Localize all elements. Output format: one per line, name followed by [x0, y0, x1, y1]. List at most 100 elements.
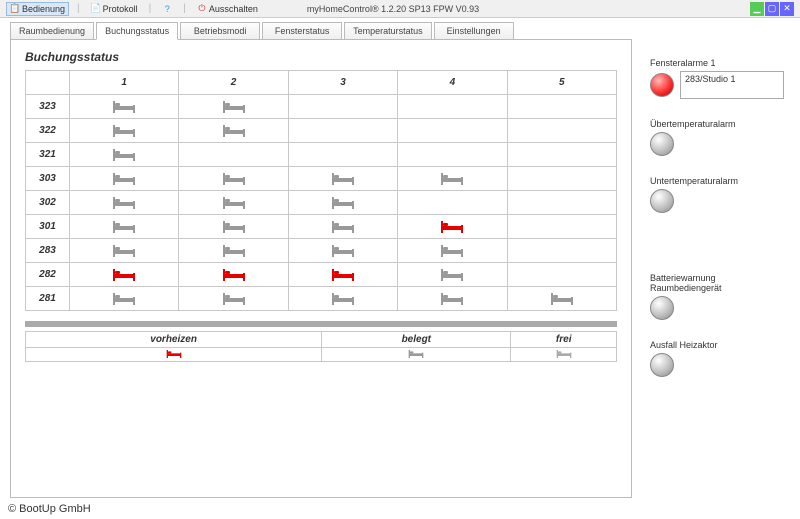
- booking-cell[interactable]: [507, 167, 616, 191]
- panel-title: Buchungsstatus: [25, 50, 617, 64]
- col-header: 2: [179, 71, 288, 95]
- booking-cell[interactable]: [398, 119, 507, 143]
- table-row: 281: [26, 287, 617, 311]
- bedienung-label: Bedienung: [22, 4, 65, 14]
- maximize-button[interactable]: ▢: [765, 2, 779, 16]
- booking-cell[interactable]: [179, 119, 288, 143]
- room-id: 303: [26, 167, 70, 191]
- booking-cell[interactable]: [288, 167, 397, 191]
- booking-cell[interactable]: [70, 263, 179, 287]
- tab-temperaturstatus[interactable]: Temperaturstatus: [344, 22, 432, 40]
- bed-icon: [222, 244, 246, 258]
- separator: |: [183, 3, 186, 14]
- legend-cell-belegt: [322, 348, 511, 362]
- booking-cell[interactable]: [179, 239, 288, 263]
- table-row: 303: [26, 167, 617, 191]
- booking-cell[interactable]: [507, 95, 616, 119]
- booking-cell[interactable]: [398, 287, 507, 311]
- bed-icon: [112, 196, 136, 210]
- bed-icon: [112, 124, 136, 138]
- booking-cell[interactable]: [288, 239, 397, 263]
- protokoll-button[interactable]: 📄 Protokoll: [88, 3, 141, 15]
- booking-cell[interactable]: [288, 287, 397, 311]
- booking-cell[interactable]: [179, 95, 288, 119]
- bed-icon: [440, 172, 464, 186]
- booking-cell[interactable]: [179, 167, 288, 191]
- room-id: 323: [26, 95, 70, 119]
- booking-cell[interactable]: [179, 215, 288, 239]
- ausschalten-label: Ausschalten: [209, 4, 258, 14]
- buchungsstatus-panel: Buchungsstatus 12345 323 322 321 303: [10, 39, 632, 498]
- booking-cell[interactable]: [288, 119, 397, 143]
- bed-icon: [112, 268, 136, 282]
- bed-icon: [222, 196, 246, 210]
- close-button[interactable]: ✕: [780, 2, 794, 16]
- booking-cell[interactable]: [288, 263, 397, 287]
- tab-betriebsmodi[interactable]: Betriebsmodi: [180, 22, 260, 40]
- booking-cell[interactable]: [179, 191, 288, 215]
- booking-cell[interactable]: [507, 191, 616, 215]
- booking-cell[interactable]: [507, 119, 616, 143]
- booking-cell[interactable]: [70, 191, 179, 215]
- booking-cell[interactable]: [398, 191, 507, 215]
- fensteralarm-label: Fensteralarme 1: [650, 58, 784, 68]
- booking-cell[interactable]: [288, 143, 397, 167]
- bedienung-button[interactable]: 📋 Bedienung: [6, 2, 69, 16]
- ausfall-lamp[interactable]: [650, 353, 674, 377]
- untertemperatur-lamp[interactable]: [650, 189, 674, 213]
- tab-raumbedienung[interactable]: Raumbedienung: [10, 22, 94, 40]
- booking-cell[interactable]: [507, 215, 616, 239]
- protokoll-label: Protokoll: [103, 4, 138, 14]
- booking-cell[interactable]: [288, 95, 397, 119]
- booking-cell[interactable]: [398, 95, 507, 119]
- bed-icon: [331, 292, 355, 306]
- batterie-lamp[interactable]: [650, 296, 674, 320]
- booking-cell[interactable]: [70, 119, 179, 143]
- room-id: 321: [26, 143, 70, 167]
- help-icon: ?: [162, 4, 172, 14]
- booking-cell[interactable]: [398, 215, 507, 239]
- booking-cell[interactable]: [70, 143, 179, 167]
- booking-cell[interactable]: [398, 239, 507, 263]
- booking-table: 12345 323 322 321 303: [25, 70, 617, 311]
- booking-cell[interactable]: [507, 239, 616, 263]
- bed-icon: [550, 292, 574, 306]
- booking-cell[interactable]: [398, 143, 507, 167]
- separator: |: [77, 3, 80, 14]
- table-row: 301: [26, 215, 617, 239]
- fensteralarm-text[interactable]: 283/Studio 1: [680, 71, 784, 99]
- ausschalten-button[interactable]: ⏻ Ausschalten: [194, 3, 261, 15]
- tab-buchungsstatus[interactable]: Buchungsstatus: [96, 22, 178, 40]
- minimize-button[interactable]: ▁: [750, 2, 764, 16]
- booking-cell[interactable]: [288, 215, 397, 239]
- room-id: 302: [26, 191, 70, 215]
- booking-cell[interactable]: [70, 95, 179, 119]
- help-button[interactable]: ?: [159, 3, 175, 15]
- booking-cell[interactable]: [398, 167, 507, 191]
- room-id: 322: [26, 119, 70, 143]
- table-row: 323: [26, 95, 617, 119]
- tab-einstellungen[interactable]: Einstellungen: [434, 22, 514, 40]
- booking-cell[interactable]: [507, 287, 616, 311]
- bed-icon: [222, 220, 246, 234]
- booking-cell[interactable]: [179, 287, 288, 311]
- untertemperatur-label: Untertemperaturalarm: [650, 176, 784, 186]
- booking-cell[interactable]: [507, 263, 616, 287]
- booking-cell[interactable]: [179, 263, 288, 287]
- separator: |: [149, 3, 152, 14]
- bed-icon: [331, 220, 355, 234]
- fensteralarm-lamp[interactable]: [650, 73, 674, 97]
- booking-cell[interactable]: [288, 191, 397, 215]
- booking-cell[interactable]: [70, 239, 179, 263]
- booking-cell[interactable]: [70, 215, 179, 239]
- bed-icon: [112, 172, 136, 186]
- booking-cell[interactable]: [70, 167, 179, 191]
- booking-cell[interactable]: [179, 143, 288, 167]
- booking-cell[interactable]: [70, 287, 179, 311]
- uebertemperatur-lamp[interactable]: [650, 132, 674, 156]
- booking-cell[interactable]: [507, 143, 616, 167]
- tab-fensterstatus[interactable]: Fensterstatus: [262, 22, 342, 40]
- footer-copyright: © BootUp GmbH: [8, 503, 91, 515]
- booking-cell[interactable]: [398, 263, 507, 287]
- bed-icon: [440, 268, 464, 282]
